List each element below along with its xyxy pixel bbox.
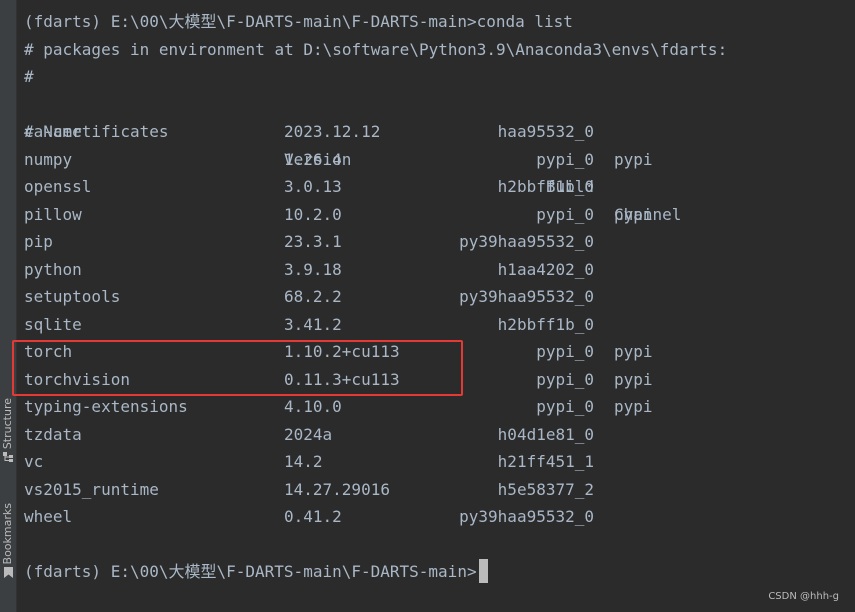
table-row: torch 1.10.2+cu113 pypi_0 pypi [24,338,855,366]
package-version: 0.11.3+cu113 [284,369,400,389]
package-channel: pypi [614,149,653,169]
package-name: vc [24,452,44,471]
structure-tab[interactable]: Structure [0,398,17,463]
package-name: openssl [24,177,92,196]
package-build: h04d1e81_0 [497,424,594,444]
package-name: wheel [24,507,73,526]
package-version: 2023.12.12 [284,122,381,141]
table-row: typing-extensions 4.10.0 pypi_0 pypi [24,393,855,421]
package-version: 10.2.0 [284,204,342,224]
bookmarks-tab-label: Bookmarks [1,503,14,565]
package-build: haa95532_0 [497,122,594,141]
package-list: ca-certificates 2023.12.12 haa95532_0numpy… [24,118,855,531]
table-row: python 3.9.18 h1aa4202_0 [24,256,855,284]
package-name: setuptools [24,287,121,306]
package-name: typing-extensions [24,397,188,416]
package-build: pypi_0 [536,149,594,169]
package-version: 3.0.13 [284,177,342,196]
side-tool-strip: Structure Bookmarks [0,0,17,612]
package-build: h2bbff1b_0 [497,177,594,196]
prompt-line: (fdarts) E:\00\大模型\F-DARTS-main\F-DARTS-… [24,558,855,586]
table-row: pillow 10.2.0 pypi_0 pypi [24,201,855,229]
table-row: numpy 1.26.4 pypi_0 pypi [24,146,855,174]
structure-tab-label: Structure [1,398,14,450]
table-row: vc 14.2 h21ff451_1 [24,448,855,476]
package-build: py39haa95532_0 [459,232,594,251]
package-channel: pypi [614,204,653,224]
package-version: 14.27.29016 [284,479,390,499]
table-row: setuptools 68.2.2 py39haa95532_0 [24,283,855,311]
watermark: CSDN @hhh-g [768,591,839,602]
package-name: numpy [24,149,73,169]
package-version: 2024a [284,424,333,444]
package-build: h21ff451_1 [497,452,594,471]
package-build: pypi_0 [536,369,594,389]
package-build: pypi_0 [536,204,594,224]
package-build: h1aa4202_0 [497,259,594,279]
comment-line: # [24,67,34,86]
package-build: pypi_0 [536,342,594,361]
package-build: py39haa95532_0 [459,287,594,306]
prompt-text: (fdarts) E:\00\大模型\F-DARTS-main\F-DARTS-… [24,562,477,581]
package-build: py39haa95532_0 [459,507,594,526]
package-name: pip [24,232,53,251]
package-build: pypi_0 [536,397,594,416]
package-version: 23.3.1 [284,232,342,251]
table-row: sqlite 3.41.2 h2bbff1b_0 [24,311,855,339]
package-build: h2bbff1b_0 [497,314,594,334]
package-version: 3.9.18 [284,259,342,279]
terminal-window: Structure Bookmarks (fdarts) E:\00\大模型\F… [0,0,855,612]
package-channel: pypi [614,397,653,416]
command-line: (fdarts) E:\00\大模型\F-DARTS-main\F-DARTS-… [24,12,573,31]
package-build: h5e58377_2 [497,479,594,499]
table-row: ca-certificates 2023.12.12 haa95532_0 [24,118,855,146]
package-channel: pypi [614,342,653,361]
package-name: python [24,259,82,279]
table-row: tzdata 2024a h04d1e81_0 [24,421,855,449]
header-row: # Name Version Build Channel [24,91,855,224]
package-name: torch [24,342,73,361]
package-name: tzdata [24,424,82,444]
package-name: torchvision [24,369,130,389]
package-version: 14.2 [284,452,323,471]
package-version: 68.2.2 [284,287,342,306]
package-version: 4.10.0 [284,397,342,416]
structure-icon [2,452,13,463]
package-version: 1.10.2+cu113 [284,342,400,361]
package-name: ca-certificates [24,122,169,141]
package-channel: pypi [614,369,653,389]
table-row: torchvision 0.11.3+cu113 pypi_0 pypi [24,366,855,394]
package-version: 0.41.2 [284,507,342,526]
package-name: pillow [24,204,82,224]
terminal-output[interactable]: (fdarts) E:\00\大模型\F-DARTS-main\F-DARTS-… [24,8,855,586]
text-cursor[interactable] [478,558,488,583]
package-name: vs2015_runtime [24,479,159,499]
bookmarks-tab[interactable]: Bookmarks [0,503,17,579]
environment-line: # packages in environment at D:\software… [24,39,728,59]
table-row: openssl 3.0.13 h2bbff1b_0 [24,173,855,201]
package-version: 1.26.4 [284,149,342,169]
table-row: vs2015_runtime 14.27.29016 h5e58377_2 [24,476,855,504]
table-row: pip 23.3.1 py39haa95532_0 [24,228,855,256]
bookmark-icon [3,567,13,579]
package-version: 3.41.2 [284,314,342,334]
table-row: wheel 0.41.2 py39haa95532_0 [24,503,855,531]
package-name: sqlite [24,314,82,334]
